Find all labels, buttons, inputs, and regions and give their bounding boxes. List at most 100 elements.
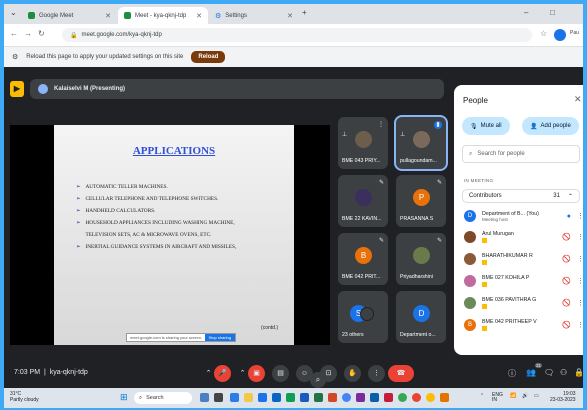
wifi-icon[interactable]: 📶 <box>510 393 516 399</box>
back-icon[interactable]: ← <box>10 29 18 38</box>
extension-icon[interactable] <box>554 29 566 41</box>
volume-icon[interactable]: 🔊 <box>522 393 528 399</box>
mute-all-button[interactable]: 🎙 Mute all <box>462 117 510 135</box>
participant-tile[interactable]: P ✎ PRASANNA S <box>396 175 446 227</box>
excel-icon[interactable] <box>314 393 323 402</box>
app-icon[interactable] <box>286 393 295 402</box>
people-search-input[interactable]: ⌕ Search for people <box>462 145 580 163</box>
app-icon[interactable] <box>440 393 449 402</box>
app-icon[interactable] <box>398 393 407 402</box>
participant-tile[interactable]: D Department o... <box>396 291 446 343</box>
list-item[interactable]: B BME 042 PRITHEEP V 🚫 ⋮ <box>464 316 583 334</box>
list-item[interactable]: BME 027 KOHILA P 🚫 ⋮ <box>464 272 583 290</box>
participant-tile[interactable]: B ✎ BME 042 PRIT... <box>338 233 388 285</box>
more-icon[interactable]: ⋮ <box>577 212 583 220</box>
participant-tile[interactable]: ✎ BME 22 KAVIN... <box>338 175 388 227</box>
star-icon[interactable]: ☆ <box>540 29 547 38</box>
tab-search-icon[interactable]: ⌄ <box>10 8 17 17</box>
participant-tile[interactable]: ✎ Priyadharshini <box>396 233 446 285</box>
meet-favicon-icon <box>28 12 35 19</box>
reload-icon[interactable]: ↻ <box>38 29 45 38</box>
pin-icon[interactable]: ⊥ <box>400 131 405 138</box>
taskbar-search[interactable]: ⌕ Search <box>134 392 192 404</box>
tab-meet-call[interactable]: Meet - kya-qknj-tdp ✕ <box>118 7 208 24</box>
captions-button[interactable]: ▤ <box>272 365 289 382</box>
end-call-button[interactable]: ☎ <box>388 365 414 382</box>
chat-icon[interactable]: 🗨 <box>544 368 554 377</box>
emoji-button[interactable]: ☺ <box>296 365 313 382</box>
app-icon[interactable] <box>412 393 421 402</box>
tile-name: 23 others <box>342 332 364 338</box>
windows-start-icon[interactable]: ⊞ <box>120 392 128 403</box>
weather-widget[interactable]: 31°C Partly cloudy <box>10 391 39 403</box>
more-icon[interactable]: ⋮ <box>577 321 583 329</box>
participant-tile[interactable]: ⊥ ⋮ BME 043 PRIY... <box>338 117 388 169</box>
add-people-button[interactable]: 👤 Add people <box>522 117 579 135</box>
more-icon[interactable]: ⋮ <box>577 299 583 307</box>
close-icon[interactable]: ✕ <box>574 94 582 105</box>
url-field[interactable]: 🔒 meet.google.com/kya-qknj-tdp <box>62 28 532 42</box>
avatar: B <box>464 319 476 331</box>
task-view-icon[interactable] <box>214 393 223 402</box>
reload-button[interactable]: Reload <box>191 51 226 63</box>
widget-icon[interactable] <box>200 393 209 402</box>
restore-button[interactable]: □ <box>550 8 555 17</box>
panel-title: People <box>463 96 488 105</box>
app-icon[interactable] <box>230 393 239 402</box>
camera-toggle-button[interactable]: ▣ <box>248 365 265 382</box>
avatar <box>413 247 430 264</box>
activities-icon[interactable]: ⚇ <box>560 368 567 377</box>
more-icon[interactable]: ⋮ <box>577 233 583 241</box>
chrome-icon[interactable] <box>342 393 351 402</box>
profile-button[interactable]: Pau <box>570 30 579 36</box>
tile-name: BME 043 PRIY... <box>342 158 381 164</box>
more-icon[interactable]: ⋮ <box>577 255 583 263</box>
list-item[interactable]: BHARATHIKUMAR R 🚫 ⋮ <box>464 250 583 268</box>
list-item[interactable]: D Department of B... (You) Meeting host ●… <box>464 207 583 225</box>
raise-hand-button[interactable]: ✋ <box>344 365 361 382</box>
app-icon[interactable] <box>356 393 365 402</box>
close-tab-icon[interactable]: ✕ <box>105 12 111 20</box>
tab-settings[interactable]: ⚙ Settings ✕ <box>209 7 299 24</box>
new-tab-icon[interactable]: + <box>302 8 307 17</box>
more-icon[interactable]: ⋮ <box>577 277 583 285</box>
close-tab-icon[interactable]: ✕ <box>287 12 293 20</box>
file-explorer-icon[interactable] <box>244 393 253 402</box>
forward-icon[interactable]: → <box>24 29 32 38</box>
pin-icon[interactable]: ⊥ <box>342 131 347 138</box>
chevron-up-icon: ⌃ <box>567 193 573 200</box>
more-options-button[interactable]: ⋮ <box>368 365 385 382</box>
participant-tile-selected[interactable]: ⊥ ▮ pullagoundam... <box>394 115 448 171</box>
others-tile[interactable]: S 23 others <box>338 291 388 343</box>
battery-icon[interactable]: ▭ <box>534 393 539 399</box>
language-indicator[interactable]: ENG IN <box>492 393 503 403</box>
contributors-section[interactable]: Contributors 31 ⌃ <box>462 189 580 203</box>
tab-google-meet[interactable]: Google Meet ✕ <box>22 7 117 24</box>
slide-bullet: ➢ INERTIAL GUIDANCE SYSTEMS IN AIRCRAFT A… <box>76 244 237 250</box>
present-button[interactable]: ⊡ <box>320 365 337 382</box>
lock-icon: 🔒 <box>70 32 78 39</box>
close-tab-icon[interactable]: ✕ <box>196 12 202 20</box>
powerpoint-icon[interactable] <box>328 393 337 402</box>
lock-icon[interactable]: 🔒 <box>574 368 583 377</box>
speaking-icon: ● <box>566 212 571 220</box>
word-icon[interactable] <box>300 393 309 402</box>
minimize-button[interactable]: – <box>524 8 528 17</box>
info-icon[interactable]: ⓘ <box>508 368 516 379</box>
tray-arrow-icon[interactable]: ⌃ <box>480 393 484 399</box>
app-icon[interactable] <box>258 393 267 402</box>
meet-favicon-icon <box>124 12 131 19</box>
chrome-icon[interactable] <box>426 393 435 402</box>
stop-sharing-button[interactable]: Stop sharing <box>204 334 235 341</box>
mic-off-icon: ✎ <box>378 238 384 244</box>
people-icon[interactable]: 👥 <box>526 368 536 377</box>
system-clock[interactable]: 19:03 23-03-2023 <box>550 391 576 403</box>
mic-toggle-button[interactable]: 🎤 <box>214 365 231 382</box>
app-icon[interactable] <box>272 393 281 402</box>
list-item[interactable]: Arul Murugan 🚫 ⋮ <box>464 228 583 246</box>
list-item[interactable]: BME 036 PAVITHRA G 🚫 ⋮ <box>464 294 583 312</box>
tile-name: Priyadharshini <box>400 274 433 280</box>
app-icon[interactable] <box>384 393 393 402</box>
app-icon[interactable] <box>370 393 379 402</box>
sharing-banner: meet.google.com is sharing your screen. … <box>126 333 236 342</box>
